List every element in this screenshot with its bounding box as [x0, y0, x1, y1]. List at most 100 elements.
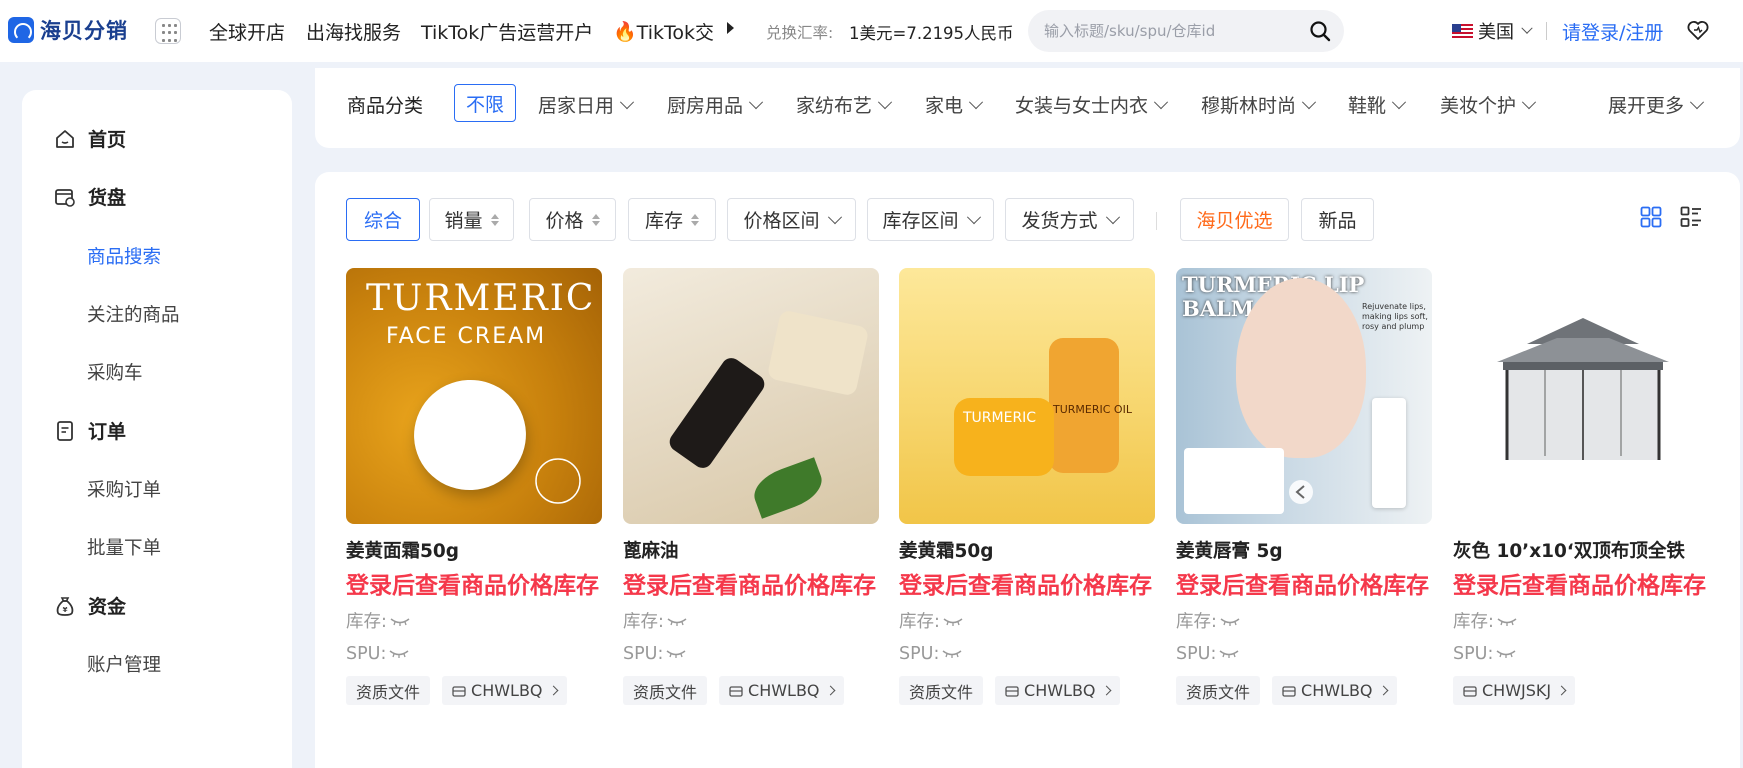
- stock-label: 库存:: [1176, 612, 1217, 632]
- category-textiles[interactable]: 家纺布艺: [796, 91, 893, 118]
- price-login-hint[interactable]: 登录后查看商品价格库存: [1453, 570, 1713, 603]
- favorites-heart-icon[interactable]: [1686, 19, 1710, 41]
- warehouse-tag[interactable]: CHWLBQ: [442, 676, 567, 705]
- warehouse-tag[interactable]: CHWLBQ: [719, 676, 844, 705]
- product-card[interactable]: TURMERIC OIL TURMERIC 姜黄霜50g 登录后查看商品价格库存…: [899, 268, 1155, 705]
- logo-icon: [8, 17, 34, 43]
- hidden-eye-icon: [943, 618, 963, 626]
- sidebar-item-cart[interactable]: 采购车: [87, 359, 143, 385]
- chevron-down-icon: [1521, 94, 1537, 109]
- warehouse-tag[interactable]: CHWJSKJ: [1453, 676, 1576, 705]
- product-name[interactable]: 蓖麻油: [623, 537, 879, 563]
- filter-haibei-picks[interactable]: 海贝优选: [1180, 198, 1289, 241]
- qualification-docs-tag[interactable]: 资质文件: [899, 676, 984, 705]
- nav-global-store[interactable]: 全球开店: [209, 18, 285, 45]
- brand-seal-icon: [535, 458, 581, 504]
- lip-comparison-illustration: [1184, 448, 1284, 514]
- apps-grid-icon[interactable]: [155, 18, 181, 44]
- filter-overall[interactable]: 综合: [346, 198, 420, 241]
- filter-label: 销量: [444, 210, 483, 232]
- product-image[interactable]: [1453, 268, 1709, 524]
- sidebar-item-product-search[interactable]: 商品搜索: [87, 243, 161, 269]
- cream-jar-illustration: [402, 368, 538, 502]
- category-shoes[interactable]: 鞋靴: [1348, 91, 1407, 118]
- category-muslim-fashion[interactable]: 穆斯林时尚: [1201, 91, 1317, 118]
- qualification-docs-tag[interactable]: 资质文件: [1176, 676, 1261, 705]
- qualification-docs-tag[interactable]: 资质文件: [623, 676, 708, 705]
- chevron-down-icon: [748, 94, 764, 109]
- sidebar-item-followed-products[interactable]: 关注的商品: [87, 301, 180, 327]
- grid-view-icon[interactable]: [1640, 206, 1662, 228]
- leaf-illustration: [748, 457, 828, 519]
- money-bag-icon: ¥: [56, 596, 74, 616]
- warehouse-icon: [1463, 685, 1477, 697]
- category-all-chip[interactable]: 不限: [454, 84, 516, 122]
- region-selector[interactable]: 美国: [1452, 18, 1533, 44]
- filter-sales[interactable]: 销量: [429, 198, 514, 241]
- hidden-eye-icon: [942, 650, 962, 658]
- sidebar-item-account-management[interactable]: 账户管理: [87, 651, 161, 677]
- sidebar-item-label: 资金: [88, 596, 127, 618]
- goods-icon: [55, 188, 75, 207]
- category-expand-more[interactable]: 展开更多: [1608, 91, 1705, 118]
- sidebar-item-funds[interactable]: ¥ 资金: [54, 592, 126, 619]
- filter-new[interactable]: 新品: [1301, 198, 1374, 241]
- product-card[interactable]: 灰色 10’x10‘双顶布顶全铁 登录后查看商品价格库存 库存: SPU: CH…: [1453, 268, 1740, 705]
- filter-shipping-method[interactable]: 发货方式: [1005, 198, 1134, 241]
- price-login-hint[interactable]: 登录后查看商品价格库存: [1176, 570, 1436, 603]
- fire-icon: 🔥: [613, 21, 637, 43]
- product-image[interactable]: TURMERIC FACE CREAM: [346, 268, 602, 524]
- chevron-right-icon: [548, 685, 558, 696]
- chevron-down-icon: [1105, 209, 1120, 224]
- price-login-hint[interactable]: 登录后查看商品价格库存: [623, 570, 883, 603]
- warehouse-tag[interactable]: CHWLBQ: [1272, 676, 1397, 705]
- product-image[interactable]: [623, 268, 879, 524]
- filter-price-range[interactable]: 价格区间: [727, 198, 856, 241]
- product-name[interactable]: 姜黄霜50g: [899, 537, 1155, 563]
- sidebar-item-label: 订单: [88, 421, 127, 443]
- category-kitchen[interactable]: 厨房用品: [667, 91, 764, 118]
- price-login-hint[interactable]: 登录后查看商品价格库存: [346, 570, 606, 603]
- product-card[interactable]: TURMERIC LIP BALM Rejuvenate lips, makin…: [1176, 268, 1432, 705]
- filter-stock[interactable]: 库存: [628, 198, 716, 241]
- nav-tiktok-ads[interactable]: TikTok广告运营开户: [421, 18, 593, 45]
- sidebar-item-purchase-orders[interactable]: 采购订单: [87, 476, 161, 502]
- product-name[interactable]: 灰色 10’x10‘双顶布顶全铁: [1453, 537, 1740, 563]
- product-image[interactable]: TURMERIC OIL TURMERIC: [899, 268, 1155, 524]
- sidebar-item-goods[interactable]: 货盘: [54, 183, 126, 210]
- product-name[interactable]: 姜黄唇膏 5g: [1176, 537, 1432, 563]
- search-icon[interactable]: [1308, 19, 1332, 43]
- category-appliances[interactable]: 家电: [925, 91, 984, 118]
- product-image[interactable]: TURMERIC LIP BALM Rejuvenate lips, makin…: [1176, 268, 1432, 524]
- image-caption: Rejuvenate lips, making lips soft, rosy …: [1362, 302, 1428, 331]
- category-home-daily[interactable]: 居家日用: [538, 91, 635, 118]
- image-subline: FACE CREAM: [386, 324, 547, 349]
- list-view-icon[interactable]: [1680, 206, 1702, 228]
- sidebar-item-orders[interactable]: 订单: [54, 417, 126, 444]
- nav-scroll-right-icon[interactable]: [727, 22, 734, 34]
- product-name[interactable]: 姜黄面霜50g: [346, 537, 602, 563]
- tag-row: 资质文件 CHWLBQ: [623, 676, 879, 705]
- hidden-eye-icon: [1219, 650, 1239, 658]
- exchange-rate-label: 兑换汇率:: [766, 24, 834, 42]
- qualification-docs-tag[interactable]: 资质文件: [346, 676, 431, 705]
- filter-stock-range[interactable]: 库存区间: [867, 198, 994, 241]
- filter-price[interactable]: 价格: [529, 198, 616, 241]
- nav-tiktok-trade-label: TikTok交: [636, 22, 714, 44]
- arrow-left-circle-icon: [1289, 480, 1313, 504]
- warehouse-code: CHWLBQ: [1301, 681, 1373, 700]
- product-card[interactable]: 蓖麻油 登录后查看商品价格库存 库存: SPU: 资质文件 CHWLBQ: [623, 268, 879, 705]
- nav-tiktok-trade[interactable]: 🔥 TikTok交: [613, 18, 714, 45]
- price-login-hint[interactable]: 登录后查看商品价格库存: [899, 570, 1159, 603]
- logo[interactable]: 海贝分销: [8, 14, 128, 46]
- sidebar: 首页 货盘 商品搜索 关注的商品 采购车 订单 采购订单 批量下单 ¥ 资金 账…: [22, 90, 292, 768]
- product-card[interactable]: TURMERIC FACE CREAM 姜黄面霜50g 登录后查看商品价格库存 …: [346, 268, 602, 705]
- sidebar-item-home[interactable]: 首页: [54, 125, 126, 152]
- category-womens-apparel[interactable]: 女装与女士内衣: [1015, 91, 1169, 118]
- category-beauty[interactable]: 美妆个护: [1440, 91, 1537, 118]
- sidebar-item-bulk-order[interactable]: 批量下单: [87, 534, 161, 560]
- login-register-link[interactable]: 请登录/注册: [1562, 18, 1663, 45]
- warehouse-tag[interactable]: CHWLBQ: [995, 676, 1120, 705]
- nav-overseas-service[interactable]: 出海找服务: [306, 18, 401, 45]
- search-input[interactable]: [1044, 20, 1294, 42]
